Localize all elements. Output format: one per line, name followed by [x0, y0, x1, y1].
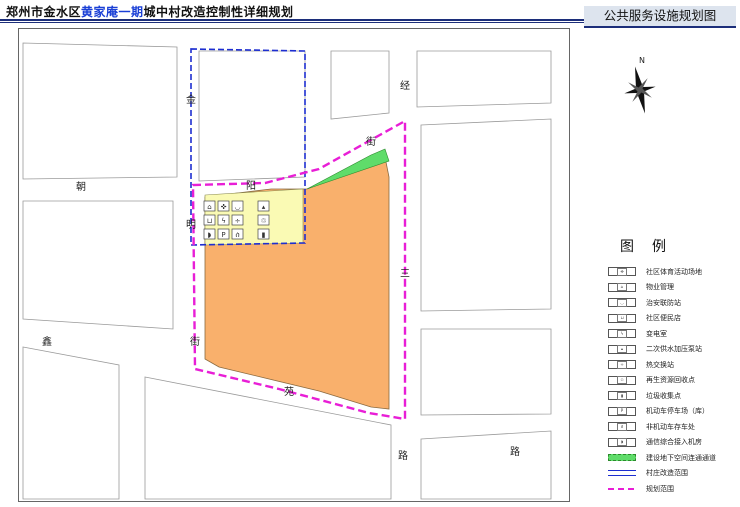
title-highlight: 黄家庵一期 — [81, 5, 144, 19]
facility-row-2: ⊔ ϟ ÷ ♲ — [203, 214, 270, 226]
block-left-bottom — [22, 346, 120, 500]
road-label-lu-bottom: 路 — [510, 445, 520, 458]
map-svg: ⌂ ✜ ◡ ▴ ⊔ ϟ ÷ ♲ ◗ P ሰ ▮ 金 明 街 朝 阳 街 经 三 … — [22, 42, 552, 500]
legend-label: 非机动车存车处 — [646, 422, 695, 431]
svg-text:◡: ◡ — [234, 203, 240, 211]
legend-label: 建设地下空间连通通道 — [646, 453, 716, 462]
svg-text:♲: ♲ — [260, 217, 266, 225]
legend-label: 社区便民店 — [646, 314, 681, 323]
legend-item-store: ⊔ 社区便民店 — [608, 311, 716, 327]
facility-row-3: ◗ P ሰ ▮ — [203, 228, 270, 240]
facility-row-1: ⌂ ✜ ◡ ▴ — [203, 200, 270, 212]
road-label-yang: 阳 — [246, 180, 256, 192]
road-label-lu-right: 路 — [398, 449, 408, 462]
legend-label: 热交换站 — [646, 360, 674, 369]
underground-passage-swatch — [608, 454, 636, 462]
road-label-xin: 鑫 — [42, 335, 52, 348]
security-icon: ◡ — [608, 298, 636, 308]
block-left-middle — [22, 200, 174, 330]
svg-text:▴: ▴ — [262, 203, 266, 211]
convenience-store-icon: ⊔ — [608, 313, 636, 323]
svg-text:P: P — [221, 231, 225, 239]
legend-list: ✜ 社区体育活动场地 ⌂ 物业管理 ◡ 治安联防站 ⊔ 社区便民店 ϟ 变电室 … — [608, 264, 716, 497]
svg-text:ϟ: ϟ — [221, 217, 226, 225]
legend-item-heat: ÷ 热交换站 — [608, 357, 716, 373]
svg-text:÷: ÷ — [235, 217, 241, 225]
title-rule — [0, 19, 584, 21]
legend-item-security: ◡ 治安联防站 — [608, 295, 716, 311]
road-label-chao: 朝 — [76, 181, 86, 193]
north-arrow-icon: N — [624, 56, 656, 114]
legend-label: 社区体育活动场地 — [646, 267, 702, 276]
legend-item-garbage: ▮ 垃圾收集点 — [608, 388, 716, 404]
legend-label: 再生资源回收点 — [646, 376, 695, 385]
legend-item-pump: ▴ 二次供水加压泵站 — [608, 342, 716, 358]
heat-exchange-icon: ÷ — [608, 360, 636, 370]
recycling-icon: ♲ — [608, 375, 636, 385]
block-top-center-right — [330, 50, 390, 120]
legend-label: 治安联防站 — [646, 298, 681, 307]
garbage-icon: ▮ — [608, 391, 636, 401]
legend-label: 规划范围 — [646, 484, 674, 493]
block-right-lower — [420, 328, 552, 416]
legend-item-substation: ϟ 变电室 — [608, 326, 716, 342]
legend-label: 机动车停车场（库） — [646, 407, 709, 416]
road-label-ming: 明 — [186, 219, 196, 231]
legend-item-village: 村庄改造范围 — [608, 466, 716, 482]
svg-text:⊔: ⊔ — [207, 217, 212, 225]
title-rule-thin — [0, 22, 584, 23]
road-label-jing: 经 — [400, 79, 410, 92]
block-top-left — [22, 42, 178, 180]
sports-icon: ✜ — [608, 267, 636, 277]
substation-icon: ϟ — [608, 329, 636, 339]
parking-icon: P — [608, 406, 636, 416]
block-right-middle — [420, 118, 552, 312]
legend-label: 二次供水加压泵站 — [646, 345, 702, 354]
bicycle-parking-icon: ሰ — [608, 422, 636, 432]
map-canvas[interactable]: ⌂ ✜ ◡ ▴ ⊔ ϟ ÷ ♲ ◗ P ሰ ▮ 金 明 街 朝 阳 街 经 三 … — [18, 28, 570, 502]
svg-text:ሰ: ሰ — [235, 231, 239, 239]
map-title: 郑州市金水区黄家庵一期城中村改造控制性详细规划 — [6, 3, 294, 20]
legend-title: 图例 — [620, 239, 684, 255]
block-top-right — [416, 50, 552, 108]
road-label-yuan: 苑 — [284, 385, 294, 398]
svg-text:⌂: ⌂ — [207, 203, 211, 211]
road-label-san: 三 — [400, 269, 410, 280]
road-label-jie-left: 街 — [190, 335, 200, 348]
north-label: N — [639, 56, 645, 65]
title-suffix: 城中村改造控制性详细规划 — [143, 5, 294, 19]
svg-text:✜: ✜ — [221, 203, 227, 211]
pump-station-icon: ▴ — [608, 344, 636, 354]
telecom-icon: ◗ — [608, 437, 636, 447]
road-label-jin: 金 — [186, 93, 196, 106]
legend-item-bicycle: ሰ 非机动车存车处 — [608, 419, 716, 435]
property-management-icon: ⌂ — [608, 282, 636, 292]
legend-item-telecom: ◗ 通信综合接入机房 — [608, 435, 716, 451]
block-bottom-right — [420, 430, 552, 500]
legend-label: 变电室 — [646, 329, 667, 338]
block-top-center — [198, 50, 306, 182]
village-boundary-swatch — [608, 470, 636, 477]
legend-item-plan: 规划范围 — [608, 481, 716, 497]
svg-text:▮: ▮ — [262, 231, 266, 239]
title-prefix: 郑州市金水区 — [6, 5, 82, 19]
legend-item-parking: P 机动车停车场（库） — [608, 404, 716, 420]
legend-label: 物业管理 — [646, 283, 674, 292]
panel-title: 公共服务设施规划图 — [584, 6, 736, 28]
legend-label: 垃圾收集点 — [646, 391, 681, 400]
svg-text:◗: ◗ — [208, 231, 212, 239]
legend-label: 村庄改造范围 — [646, 469, 688, 478]
road-label-jie-top: 街 — [366, 135, 376, 148]
facility-icon-grid: ⌂ ✜ ◡ ▴ ⊔ ϟ ÷ ♲ ◗ P ሰ ▮ — [203, 200, 270, 240]
legend-item-recycling: ♲ 再生资源回收点 — [608, 373, 716, 389]
plan-boundary-swatch — [608, 487, 636, 490]
legend-item-property: ⌂ 物业管理 — [608, 280, 716, 296]
legend-item-sports: ✜ 社区体育活动场地 — [608, 264, 716, 280]
legend-item-underground: 建设地下空间连通通道 — [608, 450, 716, 466]
legend-label: 通信综合接入机房 — [646, 438, 702, 447]
